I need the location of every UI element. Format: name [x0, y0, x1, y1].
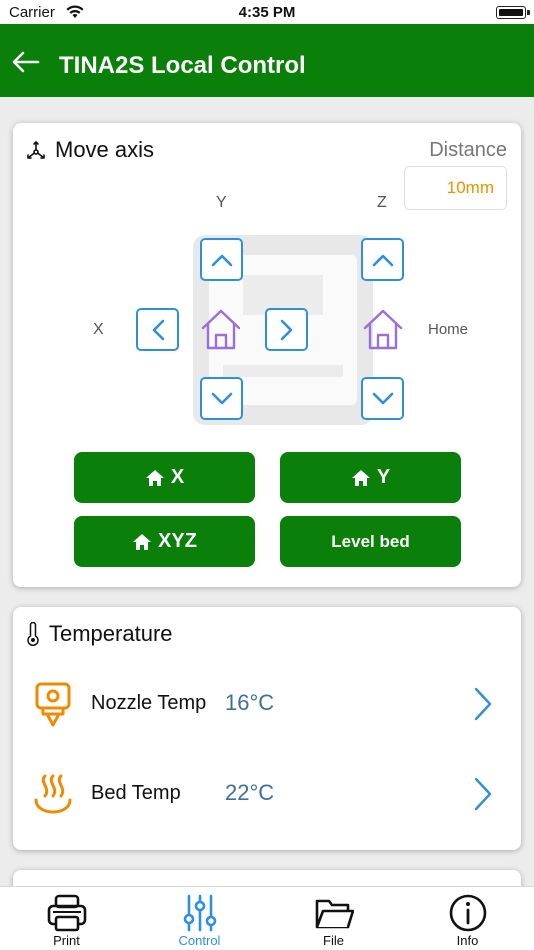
chevron-down-icon — [372, 392, 393, 404]
move-axis-title: Move axis — [55, 137, 155, 162]
tab-file-label: File — [323, 933, 344, 948]
temperature-header: Temperature — [25, 621, 173, 647]
home-solid-icon — [351, 469, 370, 486]
nozzle-icon — [35, 682, 71, 727]
chevron-down-icon — [211, 392, 232, 404]
z-up-button[interactable] — [361, 238, 404, 281]
move-axis-header: Move axis — [25, 137, 154, 163]
status-bar: Carrier 4:35 PM — [0, 0, 534, 24]
tab-control-label: Control — [178, 933, 221, 948]
x-axis-label: X — [93, 321, 104, 338]
distance-label: Distance — [429, 139, 507, 161]
home-z-label: Home — [428, 321, 469, 338]
distance-input[interactable]: 10mm — [404, 166, 507, 210]
clock: 4:35 PM — [238, 4, 296, 21]
z-down-button[interactable] — [361, 377, 404, 420]
page-title: TINA2S Local Control — [59, 52, 306, 79]
home-xy-button[interactable] — [199, 307, 243, 351]
home-xyz-button[interactable]: XYZ — [74, 516, 255, 567]
heated-bed-icon — [34, 774, 72, 814]
printer-icon — [47, 894, 86, 932]
chevron-right-icon — [474, 687, 492, 721]
home-y-button[interactable]: Y — [280, 452, 461, 503]
thermometer-icon — [27, 622, 39, 646]
bed-temp-value: 22°C — [225, 780, 275, 805]
tab-info-label: Info — [456, 933, 479, 948]
z-axis-label: Z — [377, 194, 387, 211]
temperature-card: Temperature Nozzle Temp 16°C Bed Temp 22… — [13, 607, 521, 850]
axes-icon — [27, 141, 45, 159]
y-down-button[interactable] — [200, 377, 243, 420]
temperature-title: Temperature — [49, 621, 173, 646]
chevron-up-icon — [211, 254, 232, 266]
sliders-icon — [183, 894, 216, 932]
y-up-button[interactable] — [200, 238, 243, 281]
home-z-button[interactable] — [361, 307, 405, 351]
tab-file[interactable]: File — [267, 887, 400, 950]
move-axis-card: Move axis Distance 10mm Y Z X Home X Y X… — [13, 123, 521, 587]
navigation-bar: TINA2S Local Control — [0, 24, 534, 97]
chevron-right-icon — [280, 319, 292, 340]
tab-bar: Print Control File Info — [0, 886, 534, 950]
x-right-button[interactable] — [265, 308, 308, 351]
home-x-button[interactable]: X — [74, 452, 255, 503]
chevron-up-icon — [372, 254, 393, 266]
nozzle-temp-label: Nozzle Temp — [91, 692, 207, 714]
level-bed-label: Level bed — [331, 531, 410, 551]
home-x-label: X — [170, 466, 185, 488]
battery-icon — [496, 6, 530, 19]
level-bed-button[interactable]: Level bed — [280, 516, 461, 567]
tab-info[interactable]: Info — [401, 887, 534, 950]
folder-icon — [315, 899, 354, 929]
home-icon — [363, 309, 403, 350]
nozzle-temp-value: 16°C — [225, 690, 275, 715]
x-left-button[interactable] — [136, 308, 179, 351]
home-icon — [201, 309, 241, 350]
y-axis-label: Y — [216, 194, 227, 211]
tab-print[interactable]: Print — [0, 887, 133, 950]
nozzle-temp-row[interactable]: Nozzle Temp 16°C — [13, 674, 521, 734]
bed-temp-label: Bed Temp — [91, 782, 181, 804]
chevron-left-icon — [152, 319, 164, 340]
chevron-right-icon — [474, 777, 492, 811]
tab-control[interactable]: Control — [133, 887, 266, 950]
home-xyz-label: XYZ — [158, 530, 197, 552]
home-solid-icon — [145, 469, 164, 486]
info-icon — [449, 894, 486, 932]
home-solid-icon — [133, 533, 152, 550]
home-y-label: Y — [376, 466, 391, 488]
tab-print-label: Print — [53, 933, 80, 948]
bed-temp-row[interactable]: Bed Temp 22°C — [13, 764, 521, 824]
arrow-left-icon[interactable] — [12, 51, 40, 73]
